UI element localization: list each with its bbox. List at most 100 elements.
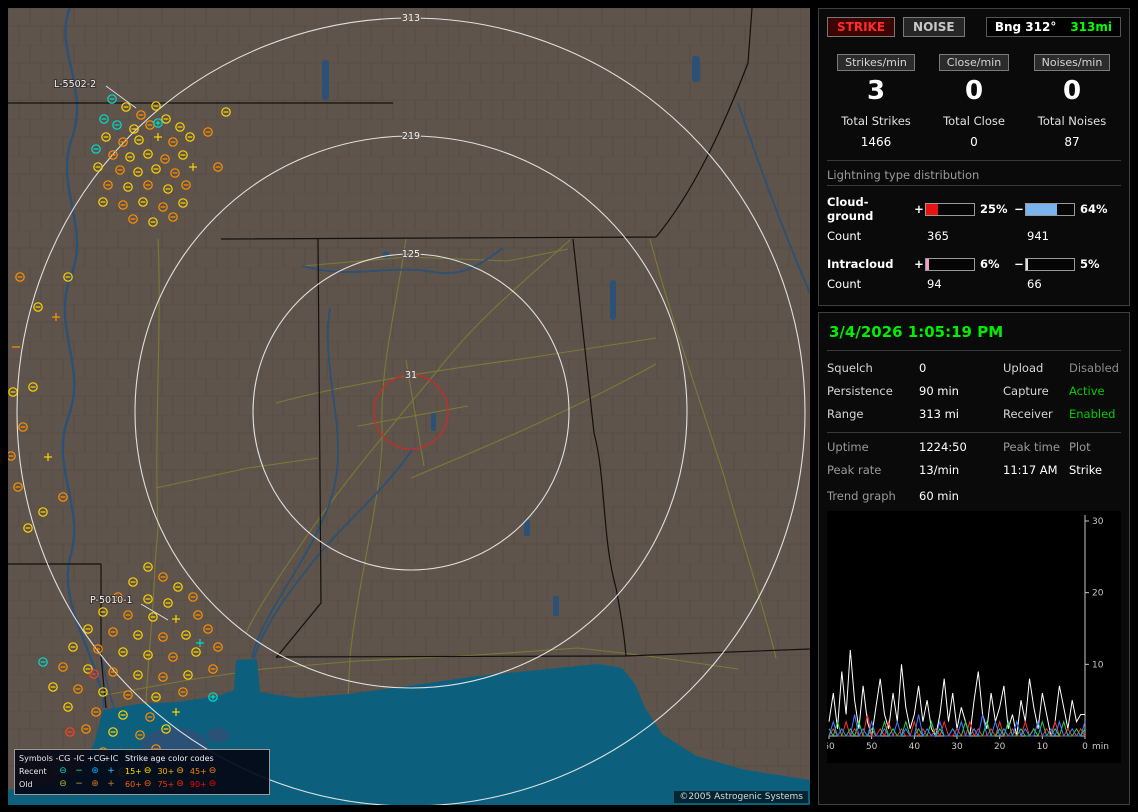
legend-rows: Recent ⊖ − ⊕ +15+ ⊖ 30+ ⊖ 45+ ⊖ Old ⊖ − ⊕ +60+ ⊖ 75+ ⊖ 90+… xyxy=(19,765,265,791)
legend-age-label: 90+ xyxy=(189,780,207,789)
trend-graph-label: Trend graph xyxy=(827,489,896,503)
bearing-readout: Bng 312° 313mi xyxy=(985,17,1121,37)
legend-row-label: Old xyxy=(19,780,33,789)
trend-graph-header: Trend graph 60 min xyxy=(827,489,1121,503)
minus-sign: − xyxy=(1014,257,1024,271)
peak-rate-label: Peak rate xyxy=(827,463,882,477)
noises-per-min-button[interactable]: Noises/min xyxy=(1033,54,1111,71)
cg-positive-count: 365 xyxy=(927,229,949,243)
chart-tick-label: 40 xyxy=(909,742,921,752)
close-per-min-button[interactable]: Close/min xyxy=(938,54,1010,71)
ring-label-313: 313 xyxy=(402,13,420,24)
range-label: Range xyxy=(827,407,864,421)
total-strikes-label: Total Strikes xyxy=(841,114,911,128)
squelch-value: 0 xyxy=(919,361,927,375)
peak-time-value: 11:17 AM xyxy=(1003,463,1058,477)
cloud-ground-label: Cloud-ground xyxy=(827,195,874,223)
legend-symbol: + xyxy=(107,779,115,789)
noise-indicator[interactable]: NOISE xyxy=(903,17,965,37)
chart-tick-label: 0 xyxy=(1082,742,1088,752)
close-per-min-column: Close/min 0 Total Close 0 xyxy=(925,51,1023,149)
plus-sign: + xyxy=(914,257,924,271)
chart-tick-label: 20 xyxy=(1092,589,1104,599)
lightning-map[interactable]: 313 219 125 31 L-5502-2 P-5010-1 Symbols… xyxy=(8,8,810,805)
strikes-per-min-button[interactable]: Strikes/min xyxy=(837,54,915,71)
cg-positive-bar xyxy=(925,202,975,216)
cg-count-label: Count xyxy=(827,229,862,243)
cg-negative-pct: 64% xyxy=(1080,202,1108,216)
system-status-grid: Squelch 0 Upload Disabled Persistence 90… xyxy=(827,361,1121,421)
upload-status: Disabled xyxy=(1069,361,1119,375)
app-window: 313 219 125 31 L-5502-2 P-5010-1 Symbols… xyxy=(0,0,1138,812)
legend-age-label: 15+ xyxy=(125,767,142,776)
legend-age-symbol: ⊖ xyxy=(208,766,217,776)
uptime-label: Uptime xyxy=(827,440,869,454)
bearing-range: 313mi xyxy=(1070,20,1112,34)
legend-age-symbol: ⊖ xyxy=(176,766,184,776)
noises-per-min-value: 0 xyxy=(1062,76,1082,106)
legend-age-symbol: ⊖ xyxy=(143,766,152,776)
intracloud-count-row: Count 94 66 xyxy=(827,277,1121,291)
counters-box: STRIKE NOISE Bng 312° 313mi Strikes/min … xyxy=(818,8,1130,306)
map-canvas[interactable]: 313 219 125 31 L-5502-2 P-5010-1 xyxy=(8,8,810,805)
legend-row-old: Old ⊖ − ⊕ +60+ ⊖ 75+ ⊖ 90+ ⊖ xyxy=(19,778,265,791)
system-box: 3/4/2026 1:05:19 PM Squelch 0 Upload Dis… xyxy=(818,312,1130,805)
rate-counters: Strikes/min 3 Total Strikes 1466 Close/m… xyxy=(827,51,1121,149)
legend-symbol: + xyxy=(107,766,115,776)
squelch-label: Squelch xyxy=(827,361,873,375)
total-strikes-value: 1466 xyxy=(860,135,892,149)
legend-symbol: ⊖ xyxy=(59,779,67,789)
chart-tick-label: 20 xyxy=(994,742,1006,752)
ring-label-31: 31 xyxy=(405,370,417,381)
strikes-per-min-value: 3 xyxy=(866,76,886,106)
legend-col-pos-ic: +IC xyxy=(103,754,119,763)
legend-symbol: ⊕ xyxy=(91,779,99,789)
divider xyxy=(827,160,1121,161)
persistence-value: 90 min xyxy=(919,384,959,398)
ring-label-219: 219 xyxy=(402,131,420,142)
range-value: 313 mi xyxy=(919,407,960,421)
chart-tick-label: 30 xyxy=(1092,517,1104,527)
upload-label: Upload xyxy=(1003,361,1044,375)
cloud-ground-count-row: Count 365 941 xyxy=(827,229,1121,243)
storm-cell-label-2: P-5010-1 xyxy=(90,595,133,606)
close-per-min-value: 0 xyxy=(964,76,984,106)
ring-label-125: 125 xyxy=(402,249,420,260)
map-legend: Symbols -CG -IC +CG +IC Strike age color… xyxy=(14,749,270,795)
strike-indicator[interactable]: STRIKE xyxy=(827,17,896,37)
ic-negative-count: 66 xyxy=(1027,277,1042,291)
chart-tick-label: 10 xyxy=(1092,660,1104,670)
chart-tick-label: 50 xyxy=(866,742,878,752)
chart-tick-label: min xyxy=(1092,742,1109,752)
legend-symbol: − xyxy=(75,766,83,776)
ic-negative-pct: 5% xyxy=(1080,257,1100,271)
legend-col-neg-cg: -CG xyxy=(55,754,71,763)
total-noises-label: Total Noises xyxy=(1037,114,1107,128)
legend-age-label: 30+ xyxy=(157,767,175,776)
strikes-per-min-column: Strikes/min 3 Total Strikes 1466 xyxy=(827,51,925,149)
copyright-notice: ©2005 Astrogenic Systems xyxy=(674,791,808,803)
legend-col-pos-cg: +CG xyxy=(87,754,106,763)
noises-per-min-column: Noises/min 0 Total Noises 87 xyxy=(1023,51,1121,149)
total-close-label: Total Close xyxy=(943,114,1005,128)
legend-age-label: 75+ xyxy=(157,780,175,789)
legend-symbol: ⊖ xyxy=(59,766,67,776)
status-panel: STRIKE NOISE Bng 312° 313mi Strikes/min … xyxy=(818,8,1130,805)
trend-chart-canvas: 30 20 10 60 50 40 30 20 10 0 min xyxy=(823,515,1109,752)
indicator-row: STRIKE NOISE Bng 312° 313mi xyxy=(827,17,1121,37)
cg-negative-bar xyxy=(1025,202,1075,216)
legend-title: Symbols xyxy=(19,754,53,763)
ic-negative-bar xyxy=(1025,257,1075,271)
trend-chart: 30 20 10 60 50 40 30 20 10 0 min xyxy=(823,511,1121,763)
peak-rate-value: 13/min xyxy=(919,463,960,477)
distribution-title: Lightning type distribution xyxy=(827,168,1121,186)
legend-symbol: ⊕ xyxy=(91,766,99,776)
plus-sign: + xyxy=(914,202,924,216)
chart-tick-label: 60 xyxy=(827,742,835,752)
legend-age-symbol: ⊖ xyxy=(208,779,217,789)
legend-header: Symbols -CG -IC +CG +IC Strike age color… xyxy=(19,752,265,765)
plot-label: Plot xyxy=(1069,440,1091,454)
capture-label: Capture xyxy=(1003,384,1049,398)
legend-age-symbol: ⊖ xyxy=(176,779,184,789)
cg-positive-pct: 25% xyxy=(980,202,1008,216)
